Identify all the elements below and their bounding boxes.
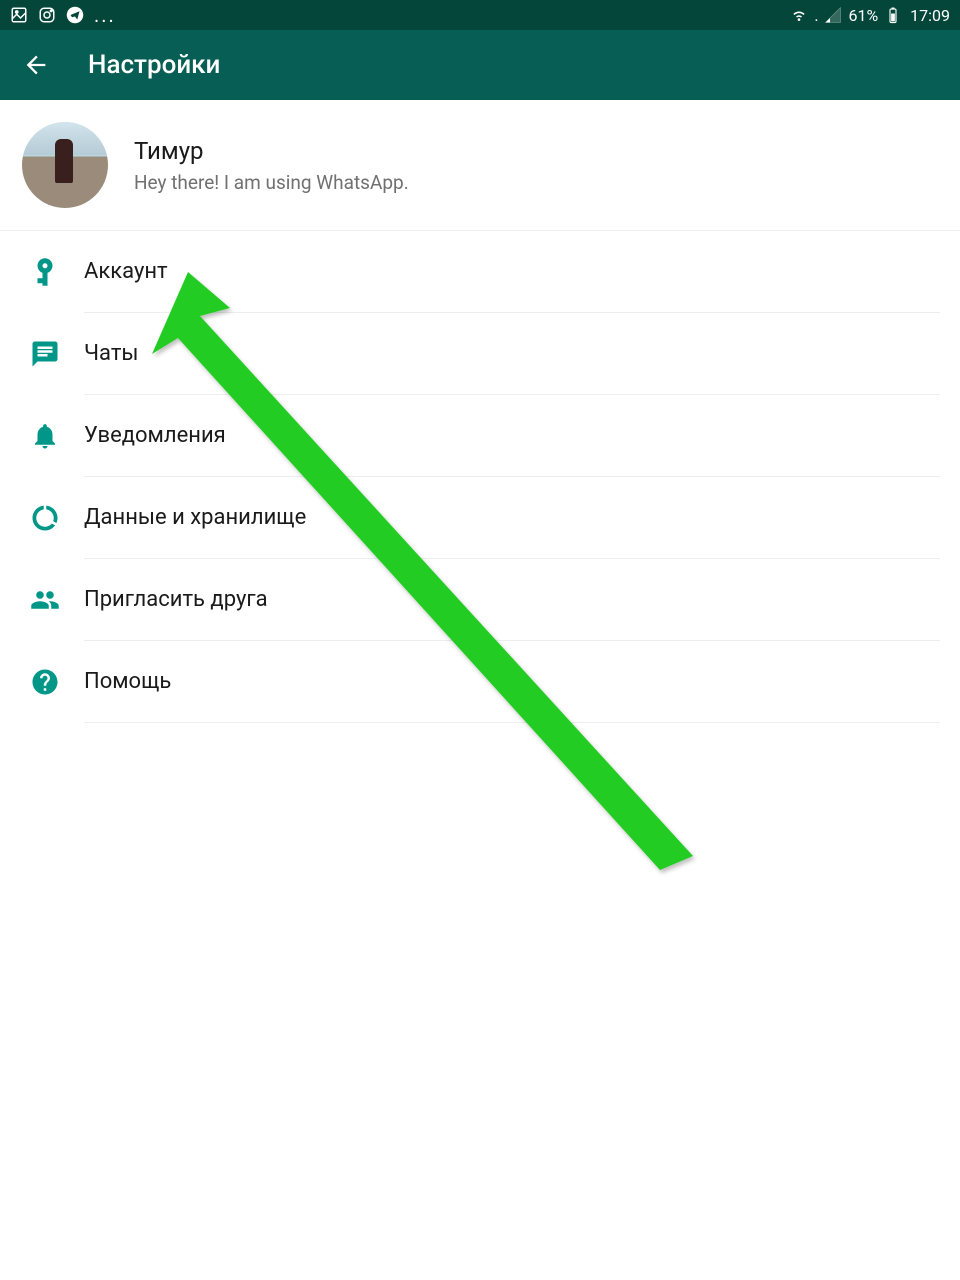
page-title: Настройки bbox=[88, 50, 220, 80]
status-bar: ... . 61% 17:09 bbox=[0, 0, 960, 30]
battery-icon bbox=[884, 6, 902, 24]
settings-item-help[interactable]: Помощь bbox=[0, 641, 960, 723]
settings-item-data[interactable]: Данные и хранилище bbox=[0, 477, 960, 559]
settings-list: Аккаунт Чаты Уведомления Данные и хранил… bbox=[0, 231, 960, 723]
settings-item-label: Уведомления bbox=[84, 423, 226, 448]
settings-item-chats[interactable]: Чаты bbox=[0, 313, 960, 395]
settings-item-notifications[interactable]: Уведомления bbox=[0, 395, 960, 477]
wifi-icon bbox=[790, 6, 808, 24]
help-icon bbox=[30, 667, 60, 697]
settings-item-label: Аккаунт bbox=[84, 259, 168, 284]
back-arrow-icon bbox=[22, 51, 50, 79]
status-bar-left: ... bbox=[10, 6, 116, 24]
group-icon bbox=[30, 585, 60, 615]
settings-item-label: Чаты bbox=[84, 341, 139, 366]
status-bar-right: . 61% 17:09 bbox=[790, 6, 950, 25]
gallery-icon bbox=[10, 6, 28, 24]
avatar bbox=[22, 122, 108, 208]
app-bar: Настройки bbox=[0, 30, 960, 100]
instagram-icon bbox=[38, 6, 56, 24]
settings-item-label: Помощь bbox=[84, 669, 171, 694]
bell-icon bbox=[30, 421, 60, 451]
telegram-icon bbox=[66, 6, 84, 24]
signal-icon bbox=[824, 6, 842, 24]
more-notifications: ... bbox=[94, 10, 116, 20]
data-usage-icon bbox=[30, 503, 60, 533]
settings-item-account[interactable]: Аккаунт bbox=[0, 231, 960, 313]
dot-icon: . bbox=[814, 6, 818, 24]
back-button[interactable] bbox=[20, 49, 52, 81]
battery-percentage: 61% bbox=[848, 6, 878, 25]
profile-status: Hey there! I am using WhatsApp. bbox=[134, 171, 409, 194]
chat-icon bbox=[30, 339, 60, 369]
profile-row[interactable]: Тимур Hey there! I am using WhatsApp. bbox=[0, 100, 960, 231]
profile-name: Тимур bbox=[134, 137, 409, 165]
settings-item-label: Данные и хранилище bbox=[84, 505, 306, 530]
clock-time: 17:09 bbox=[910, 6, 950, 25]
profile-info: Тимур Hey there! I am using WhatsApp. bbox=[134, 137, 409, 194]
settings-item-label: Пригласить друга bbox=[84, 587, 268, 612]
settings-item-invite[interactable]: Пригласить друга bbox=[0, 559, 960, 641]
key-icon bbox=[30, 257, 60, 287]
